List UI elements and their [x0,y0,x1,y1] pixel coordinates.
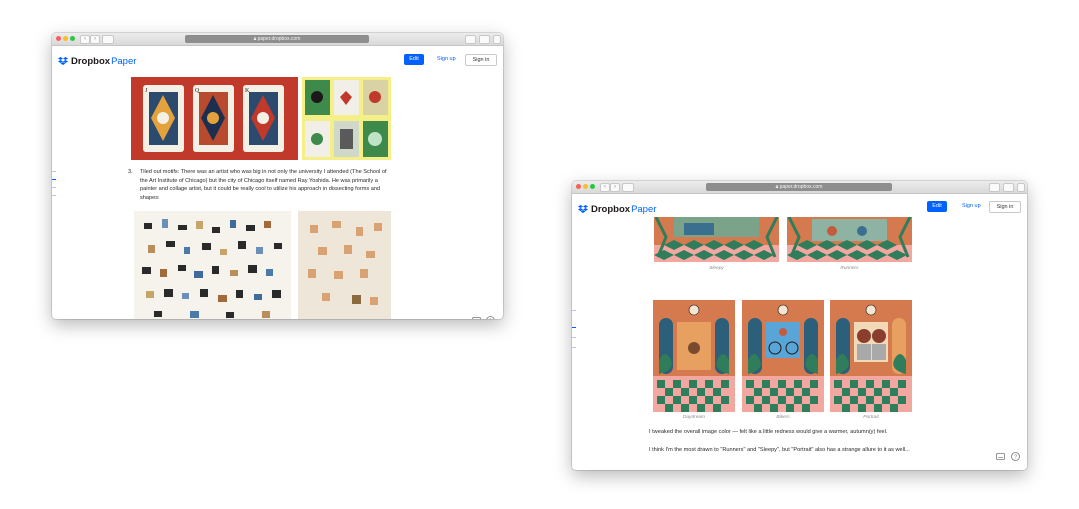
collage-image-right [298,211,391,319]
sign-up-button[interactable]: Sign up [962,201,981,212]
sign-in-button[interactable]: Sign in [465,54,497,66]
logo-brand: Dropbox [71,56,111,67]
paragraph[interactable]: I tweaked the overall image color — felt… [649,428,939,437]
new-tab-icon[interactable] [1017,183,1025,192]
outline-marker[interactable] [572,337,576,338]
outline-marker[interactable] [572,310,576,311]
minimize-window-button[interactable] [583,184,588,189]
list-item-text[interactable]: Tiled out motifs: There was an artist wh… [140,168,392,202]
forward-icon[interactable]: › [90,35,100,44]
image-caption: Daydream [682,415,706,420]
browser-window-right: ‹ › 🔒︎ paper.dropbox.com Dropbox Paper E… [572,181,1027,470]
outline-marker[interactable] [52,195,56,196]
outline-marker[interactable] [52,187,56,188]
outline-marker[interactable] [572,347,576,348]
image-caption: Portrait [863,415,879,420]
illustration-sleepy [654,217,779,262]
minimize-window-button[interactable] [63,36,68,41]
card-label: Q [195,88,200,94]
paper-document: Dropbox Paper Edit Sign up Sign in Sleep… [572,194,1027,470]
lock-icon: 🔒︎ [253,36,257,42]
back-icon[interactable]: ‹ [80,35,90,44]
outline-marker[interactable] [52,179,56,180]
help-icon[interactable]: ? [486,316,495,319]
logo-brand: Dropbox [591,204,631,215]
forward-icon[interactable]: › [610,183,620,192]
browser-toolbar: ‹ › 🔒︎ paper.dropbox.com [52,33,503,46]
dropbox-icon [578,205,588,213]
illustration-runners [787,217,912,262]
dropbox-icon [58,57,68,65]
illustration-portrait [830,300,912,412]
edit-button[interactable]: Edit [404,54,424,65]
keyboard-icon[interactable] [472,317,481,319]
card-label: K [245,88,250,94]
image-caption: Bikers [776,415,790,420]
dropbox-paper-logo[interactable]: Dropbox Paper [58,56,136,67]
paragraph[interactable]: I think I'm the most drawn to "Runners" … [649,446,939,455]
illustration-daydream [653,300,735,412]
browser-toolbar: ‹ › 🔒︎ paper.dropbox.com [572,181,1027,194]
sidebar-toggle-icon[interactable] [102,35,114,44]
paper-document: Dropbox Paper Edit Sign up Sign in J Q K… [52,46,503,319]
new-tab-icon[interactable] [493,35,501,44]
tabs-icon[interactable] [479,35,490,44]
outline-marker[interactable] [572,327,576,328]
keyboard-icon[interactable] [996,453,1005,460]
sign-in-button[interactable]: Sign in [989,201,1021,213]
sign-up-button[interactable]: Sign up [437,54,456,65]
share-icon[interactable] [465,35,476,44]
image-caption: Sleepy [709,266,724,271]
share-icon[interactable] [989,183,1000,192]
logo-product: Paper [631,204,657,215]
sidebar-toggle-icon[interactable] [622,183,634,192]
browser-window-left: ‹ › 🔒︎ paper.dropbox.com Dropbox Paper E… [52,33,503,319]
address-bar[interactable]: 🔒︎ paper.dropbox.com [185,35,369,43]
close-window-button[interactable] [56,36,61,41]
dropbox-paper-logo[interactable]: Dropbox Paper [578,204,656,215]
illustration-bikers [742,300,824,412]
card-deck-grid-image [302,77,391,160]
lock-icon: 🔒︎ [775,184,779,190]
logo-product: Paper [111,56,137,67]
address-bar[interactable]: 🔒︎ paper.dropbox.com [706,183,892,191]
collage-image-left [134,211,291,319]
maximize-window-button[interactable] [590,184,595,189]
outline-marker[interactable] [52,171,56,172]
image-caption: Runners [840,266,859,271]
close-window-button[interactable] [576,184,581,189]
edit-button[interactable]: Edit [927,201,947,212]
tabs-icon[interactable] [1003,183,1014,192]
svg-text:?: ? [1014,455,1017,461]
back-icon[interactable]: ‹ [600,183,610,192]
maximize-window-button[interactable] [70,36,75,41]
help-icon[interactable]: ? [1011,452,1020,461]
address-bar-text: paper.dropbox.com [779,184,823,190]
playing-cards-image: J Q K [131,77,298,160]
address-bar-text: paper.dropbox.com [257,36,301,42]
